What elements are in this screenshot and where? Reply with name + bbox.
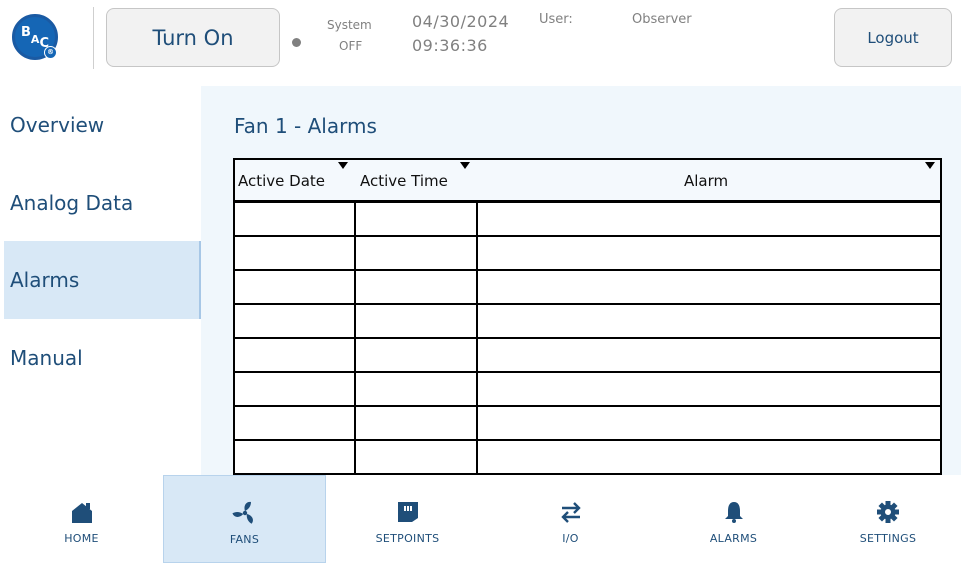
cell-alarm [483,407,933,439]
table-row[interactable] [235,203,940,237]
column-divider [476,203,478,475]
column-divider [354,203,356,475]
cell-alarm [483,441,933,473]
column-header-alarm[interactable]: Alarm [684,172,728,190]
registered-mark-icon: ® [44,46,57,59]
cell-alarm [483,271,933,303]
table-row[interactable] [235,407,940,441]
page-title: Fan 1 - Alarms [234,114,377,138]
nav-label: I/O [562,532,579,545]
cell-active-time [360,203,470,235]
cell-active-time [360,373,470,405]
table-row[interactable] [235,373,940,407]
logout-button[interactable]: Logout [834,8,952,67]
table-row[interactable] [235,237,940,271]
cell-active-date [239,237,349,269]
cell-alarm [483,203,933,235]
main-panel: Fan 1 - Alarms Active Date Active Time A… [201,86,961,475]
cell-active-time [360,237,470,269]
sort-arrow-icon[interactable] [925,162,935,169]
logo-letter-b: B [21,24,31,40]
bac-logo: BAC ® [12,14,58,60]
home-icon [69,499,95,525]
cell-alarm [483,339,933,371]
sidebar-item-manual[interactable]: Manual [4,319,201,397]
user-label: User: [539,12,573,27]
alarm-table: Active Date Active Time Alarm [233,158,942,475]
cell-active-date [239,305,349,337]
table-row[interactable] [235,441,940,475]
logo-letter-a: A [30,32,40,46]
gear-icon [875,499,901,525]
sort-arrow-icon[interactable] [460,162,470,169]
cell-active-time [360,271,470,303]
cell-active-time [360,339,470,371]
cell-active-date [239,441,349,473]
current-time: 09:36:36 [412,36,488,55]
nav-fans[interactable]: FANS [163,475,326,563]
sidebar-item-overview[interactable]: Overview [4,86,201,164]
nav-alarms[interactable]: ALARMS [652,475,815,563]
system-status-dot [292,38,301,47]
cell-active-time [360,441,470,473]
sidebar: Overview Analog Data Alarms Manual [0,86,201,475]
nav-label: FANS [229,533,260,546]
nav-io[interactable]: I/O [489,475,652,563]
nav-settings[interactable]: SETTINGS [815,475,961,563]
table-header: Active Date Active Time Alarm [235,160,940,203]
turn-on-button[interactable]: Turn On [106,8,280,67]
user-name: Observer [632,12,692,27]
setpoints-icon [395,499,421,525]
cell-active-date [239,373,349,405]
header-divider [93,7,94,69]
io-arrows-icon [558,499,584,525]
fan-icon [231,500,258,526]
bottom-nav: HOME FANS SETPOINTS I/O ALARMS SETTINGS [0,475,961,563]
cell-alarm [483,237,933,269]
table-row[interactable] [235,305,940,339]
column-header-active-date[interactable]: Active Date [238,172,325,190]
nav-label: ALARMS [709,532,758,545]
sort-arrow-icon[interactable] [338,162,348,169]
nav-label: SETTINGS [859,532,917,545]
sidebar-item-alarms[interactable]: Alarms [4,241,201,319]
nav-home[interactable]: HOME [0,475,163,563]
bell-icon [721,499,747,525]
system-label: System [327,18,372,32]
cell-active-date [239,203,349,235]
cell-alarm [483,373,933,405]
cell-active-date [239,407,349,439]
column-header-active-time[interactable]: Active Time [360,172,448,190]
cell-active-date [239,339,349,371]
table-row[interactable] [235,271,940,305]
current-date: 04/30/2024 [412,12,510,31]
system-state: OFF [339,39,363,53]
sidebar-item-analog-data[interactable]: Analog Data [4,164,201,242]
cell-active-time [360,407,470,439]
table-row[interactable] [235,339,940,373]
nav-setpoints[interactable]: SETPOINTS [326,475,489,563]
cell-active-time [360,305,470,337]
cell-active-date [239,271,349,303]
nav-label: HOME [64,532,99,545]
cell-alarm [483,305,933,337]
nav-label: SETPOINTS [375,532,440,545]
